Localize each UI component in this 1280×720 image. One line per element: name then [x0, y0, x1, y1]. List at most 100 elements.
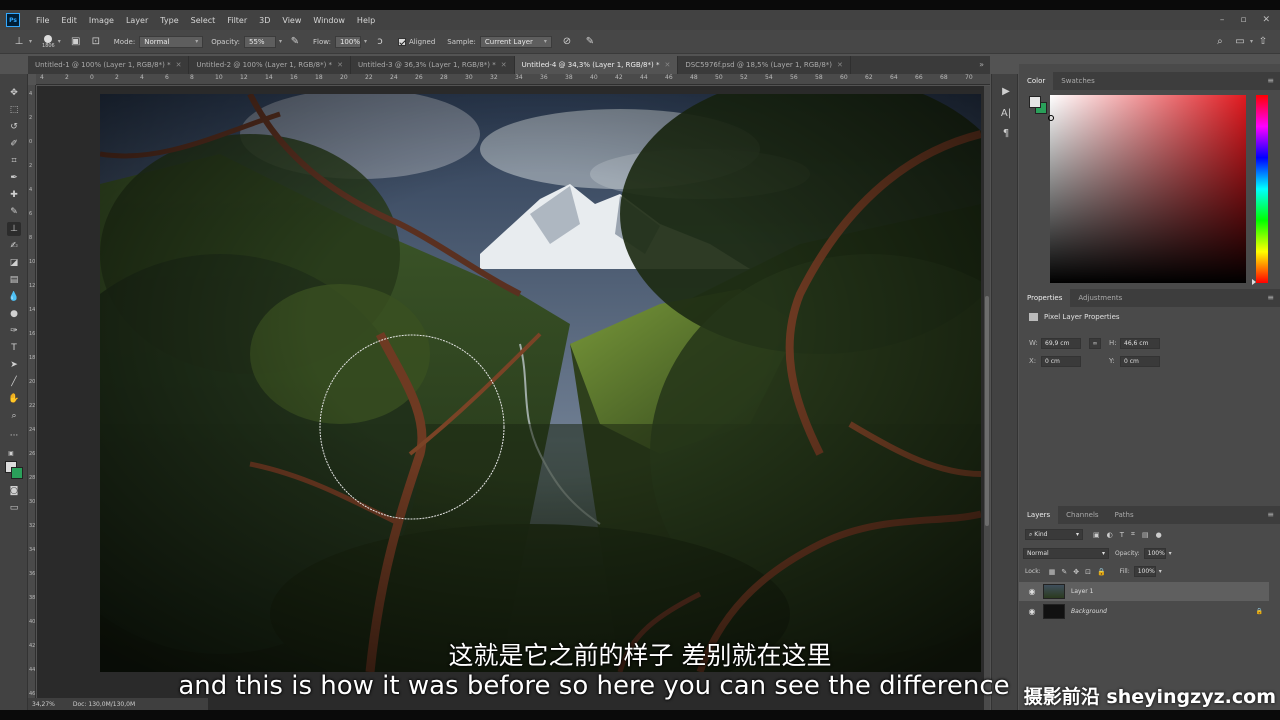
height-field[interactable]: 46,6 cm	[1120, 338, 1160, 349]
canvas-image[interactable]	[100, 94, 981, 672]
close-icon[interactable]: ✕	[337, 56, 343, 74]
opacity-caret-icon[interactable]: ▾	[1169, 550, 1172, 557]
color-picker-ring[interactable]	[1048, 115, 1054, 121]
quick-select-tool-icon[interactable]: ✐	[7, 137, 21, 151]
blend-mode-dropdown[interactable]: Normal ▾	[1023, 548, 1109, 559]
brush-tool-icon[interactable]: ✎	[7, 205, 21, 219]
share-icon[interactable]: ⇧	[1256, 35, 1270, 49]
sample-dropdown[interactable]: Current Layer ▾	[479, 35, 552, 48]
character-panel-icon[interactable]: A|	[999, 106, 1013, 120]
background-color-swatch[interactable]	[11, 467, 23, 479]
lasso-tool-icon[interactable]: ↺	[7, 120, 21, 134]
tab-swatches[interactable]: Swatches	[1053, 72, 1102, 90]
kind-filter-dropdown[interactable]: ⌕ Kind ▾	[1025, 529, 1083, 540]
fill-field[interactable]: 100%	[1133, 566, 1156, 577]
color-picker-field[interactable]	[1050, 95, 1246, 283]
healing-tool-icon[interactable]: ✚	[7, 188, 21, 202]
brush-caret-icon[interactable]: ▾	[58, 38, 61, 45]
default-colors-icon[interactable]: ▣	[4, 446, 18, 460]
paragraph-panel-icon[interactable]: ¶	[999, 126, 1013, 140]
menu-filter[interactable]: Filter	[221, 16, 253, 25]
tool-preset-caret-icon[interactable]: ▾	[29, 38, 32, 45]
aligned-checkbox[interactable]	[397, 37, 406, 46]
line-tool-icon[interactable]: ╱	[7, 375, 21, 389]
crop-tool-icon[interactable]: ⌗	[7, 154, 21, 168]
doc-tab-untitled-4[interactable]: Untitled-4 @ 34,3% (Layer 1, RGB/8*) * ✕	[514, 56, 679, 74]
close-icon[interactable]: ✕	[501, 56, 507, 74]
menu-select[interactable]: Select	[185, 16, 222, 25]
layer-row-layer-1[interactable]: ◉ Layer 1	[1019, 582, 1269, 601]
history-brush-tool-icon[interactable]: ✍	[7, 239, 21, 253]
vertical-ruler[interactable]: 4 2 0 2 4 6 8 10 12 14 16 18 20 22 24 26 28 30 32 34 36 38 40 4…	[28, 85, 36, 710]
lock-transparency-icon[interactable]: ▦	[1049, 568, 1056, 576]
close-icon[interactable]: ✕	[837, 56, 843, 74]
search-icon[interactable]: ⌕	[1213, 35, 1227, 49]
adjustment-filter-icon[interactable]: ◐	[1107, 531, 1113, 539]
pixel-filter-icon[interactable]: ▣	[1093, 531, 1100, 539]
restore-button[interactable]: ▫	[1240, 15, 1246, 25]
layer-name[interactable]: Background	[1071, 608, 1107, 615]
tab-adjustments[interactable]: Adjustments	[1070, 289, 1130, 307]
workspace-caret-icon[interactable]: ▾	[1250, 38, 1253, 45]
pressure-size-icon[interactable]: ✎	[583, 35, 597, 49]
panel-menu-icon[interactable]: ≡	[1267, 289, 1274, 307]
marquee-tool-icon[interactable]: ⬚	[7, 103, 21, 117]
pressure-opacity-icon[interactable]: ✎	[288, 35, 302, 49]
doc-tab-untitled-1[interactable]: Untitled-1 @ 100% (Layer 1, RGB/8*) * ✕	[28, 56, 190, 74]
menu-view[interactable]: View	[276, 16, 307, 25]
lock-pixels-icon[interactable]: ✎	[1061, 568, 1067, 576]
flow-caret-icon[interactable]: ▾	[364, 38, 367, 45]
menu-window[interactable]: Window	[307, 16, 351, 25]
opacity-field[interactable]: 55%	[243, 35, 276, 48]
zoom-tool-icon[interactable]: ⌕	[7, 409, 21, 423]
hand-tool-icon[interactable]: ✋	[7, 392, 21, 406]
width-field[interactable]: 69,9 cm	[1041, 338, 1081, 349]
clone-stamp-tool-icon[interactable]: ⊥	[7, 222, 21, 236]
path-select-tool-icon[interactable]: ➤	[7, 358, 21, 372]
gradient-tool-icon[interactable]: ▤	[7, 273, 21, 287]
horizontal-ruler[interactable]: 4 2 0 2 4 6 8 10 12 14 16 18 20 22 24 26 28 30 32 34 36 38 40 4…	[36, 74, 990, 85]
clone-stamp-icon[interactable]: ⊥	[12, 35, 26, 49]
link-icon[interactable]: ∞	[1089, 338, 1101, 349]
smart-object-filter-icon[interactable]: ▤	[1142, 531, 1149, 539]
clone-source-panel-icon[interactable]: ⊡	[89, 35, 103, 49]
panel-menu-icon[interactable]: ≡	[1267, 72, 1274, 90]
close-icon[interactable]: ✕	[664, 56, 670, 74]
move-tool-icon[interactable]: ✥	[7, 86, 21, 100]
menu-image[interactable]: Image	[83, 16, 120, 25]
lock-artboard-icon[interactable]: ⊡	[1085, 568, 1091, 576]
layer-name[interactable]: Layer 1	[1071, 588, 1093, 595]
minimize-button[interactable]: –	[1220, 15, 1225, 25]
dodge-tool-icon[interactable]: ●	[7, 307, 21, 321]
lock-all-icon[interactable]: 🔒	[1097, 568, 1106, 576]
eye-icon[interactable]: ◉	[1025, 607, 1039, 616]
history-panel-icon[interactable]: ▶	[999, 84, 1013, 98]
airbrush-icon[interactable]: ↄ	[373, 35, 387, 49]
vertical-scrollbar[interactable]	[984, 86, 990, 710]
blur-tool-icon[interactable]: 💧	[7, 290, 21, 304]
y-field[interactable]: 0 cm	[1120, 356, 1160, 367]
menu-type[interactable]: Type	[154, 16, 184, 25]
eraser-tool-icon[interactable]: ◪	[7, 256, 21, 270]
canvas-workspace[interactable]	[37, 86, 990, 710]
layer-row-background[interactable]: ◉ Background 🔒	[1019, 602, 1269, 621]
hue-slider[interactable]	[1256, 95, 1268, 283]
tab-color[interactable]: Color	[1019, 72, 1054, 90]
workspace-icon[interactable]: ▭	[1233, 35, 1247, 49]
tab-layers[interactable]: Layers	[1019, 506, 1059, 524]
shape-filter-icon[interactable]: ⌗	[1131, 530, 1135, 539]
menu-3d[interactable]: 3D	[253, 16, 276, 25]
hue-slider-marker[interactable]	[1252, 279, 1256, 285]
eyedropper-tool-icon[interactable]: ✒	[7, 171, 21, 185]
menu-help[interactable]: Help	[351, 16, 381, 25]
zoom-level[interactable]: 34,27%	[32, 701, 55, 708]
mode-dropdown[interactable]: Normal ▾	[139, 35, 204, 48]
brush-preset-picker[interactable]: 1806	[42, 34, 55, 49]
fill-caret-icon[interactable]: ▾	[1159, 568, 1162, 575]
opacity-caret-icon[interactable]: ▾	[279, 38, 282, 45]
quick-mask-icon[interactable]: ◙	[7, 484, 21, 498]
panel-foreground-swatch[interactable]	[1029, 96, 1041, 108]
type-filter-icon[interactable]: T	[1120, 531, 1124, 539]
layer-opacity-field[interactable]: 100%	[1143, 548, 1166, 559]
doc-tab-dsc5976f[interactable]: DSC5976f.psd @ 18,5% (Layer 1, RGB/8*) ✕	[678, 56, 851, 74]
